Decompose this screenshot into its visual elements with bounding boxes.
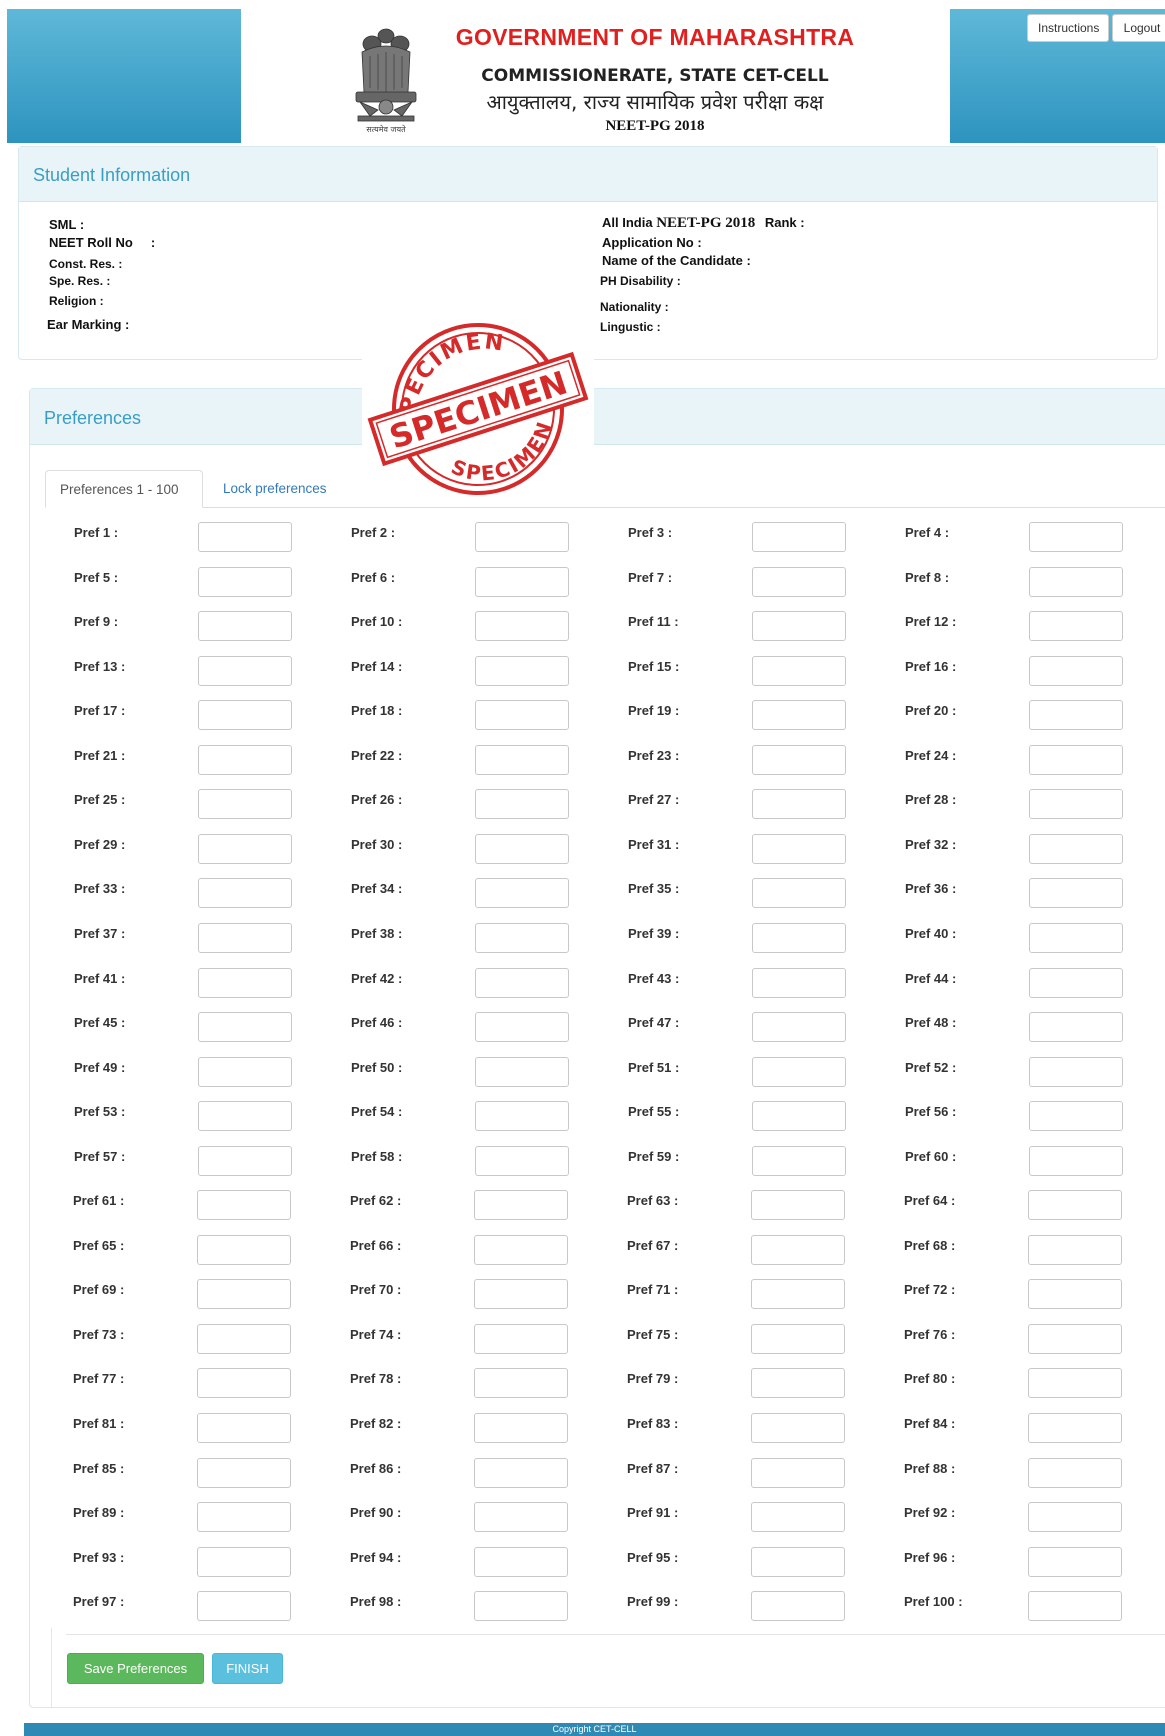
religion-label: Religion : xyxy=(49,294,104,308)
student-info-title: Student Information xyxy=(33,165,191,185)
preferences-heading: Preferences xyxy=(30,389,1165,445)
rank-prefix: All India xyxy=(602,215,653,230)
ear-marking-label: Ear Marking : xyxy=(47,317,130,332)
tab-preferences-1-100[interactable]: Preferences 1 - 100 xyxy=(45,470,203,508)
government-title: GOVERNMENT OF MAHARASHTRA xyxy=(455,24,855,50)
copyright-bar: Copyright CET-CELL xyxy=(24,1723,1165,1736)
rank-exam: NEET-PG 2018 xyxy=(656,215,756,231)
commissionerate-subtitle: COMMISSIONERATE, STATE CET-CELL xyxy=(481,66,829,86)
header-left-banner xyxy=(7,9,241,143)
rank-label: All India NEET-PG 2018 Rank : xyxy=(602,215,805,232)
ph-disability-label: PH Disability : xyxy=(600,274,681,288)
instructions-button[interactable]: Instructions xyxy=(1027,14,1109,42)
application-no-label: Application No : xyxy=(602,235,702,250)
roll-no-label: NEET Roll No : xyxy=(49,235,156,250)
candidate-name-label: Name of the Candidate : xyxy=(602,253,751,268)
finish-button[interactable]: FINISH xyxy=(212,1653,283,1684)
lingustic-label: Lingustic : xyxy=(600,320,661,334)
logout-button[interactable]: Logout xyxy=(1112,14,1165,42)
tab-lock-preferences[interactable]: Lock preferences xyxy=(209,470,341,508)
left-divider xyxy=(51,1628,52,1708)
preferences-panel: Preferences xyxy=(29,388,1165,1708)
nationality-label: Nationality : xyxy=(600,300,669,314)
commissionerate-subtitle-hindi: आयुक्तालय, राज्य सामायिक प्रवेश परीक्षा … xyxy=(486,90,824,114)
student-info-heading: Student Information xyxy=(19,147,1157,202)
form-footer-divider xyxy=(66,1634,1165,1635)
copyright-text: Copyright CET-CELL xyxy=(552,1724,637,1734)
sml-label: SML : xyxy=(49,217,85,232)
emblem-motto: सत्यमेव जयते xyxy=(366,125,406,134)
state-emblem-icon xyxy=(355,28,417,122)
preferences-title: Preferences xyxy=(44,408,142,428)
exam-name: NEET-PG 2018 xyxy=(605,118,705,134)
rank-suffix: Rank : xyxy=(764,215,805,230)
const-res-label: Const. Res. : xyxy=(49,257,123,271)
save-preferences-button[interactable]: Save Preferences xyxy=(67,1653,204,1684)
spe-res-label: Spe. Res. : xyxy=(49,274,111,288)
specimen-stamp: SPECIMEN SPECIMEN SPECIMEN xyxy=(362,320,594,498)
preferences-tabs: Preferences 1 - 100 Lock preferences xyxy=(45,470,1165,508)
